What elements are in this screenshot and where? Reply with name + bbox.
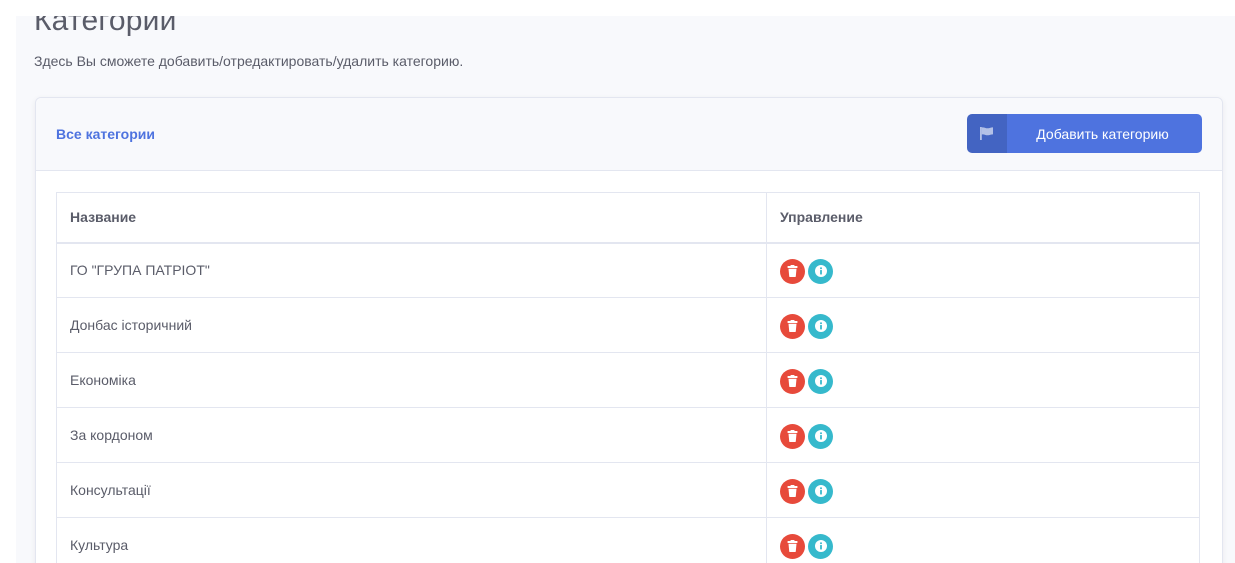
trash-icon: [787, 375, 798, 387]
info-button[interactable]: [808, 423, 833, 449]
category-name: Консультації: [56, 462, 767, 518]
trash-icon: [787, 320, 798, 332]
page-subtitle: Здесь Вы сможете добавить/отредактироват…: [34, 53, 464, 69]
page-title: Категории: [34, 16, 177, 37]
delete-button[interactable]: [780, 423, 805, 449]
info-button[interactable]: [808, 533, 833, 559]
table-row: ГО "ГРУПА ПАТРІОТ": [56, 242, 1200, 298]
trash-icon: [787, 485, 798, 497]
category-name: За кордоном: [56, 407, 767, 463]
add-category-button[interactable]: Добавить категорию: [967, 114, 1202, 153]
column-header-name: Название: [56, 192, 767, 244]
category-name: Економіка: [56, 352, 767, 408]
row-actions: [766, 407, 1200, 463]
row-actions: [766, 297, 1200, 353]
info-icon: [814, 540, 827, 552]
row-actions: [766, 462, 1200, 518]
table-row: Культура: [56, 517, 1200, 563]
card-title: Все категории: [56, 126, 155, 142]
delete-button[interactable]: [780, 313, 805, 339]
info-icon: [814, 375, 827, 387]
row-actions: [766, 517, 1200, 563]
info-icon: [814, 320, 827, 332]
info-icon: [814, 430, 827, 442]
delete-button[interactable]: [780, 478, 805, 504]
info-button[interactable]: [808, 368, 833, 394]
trash-icon: [787, 430, 798, 442]
flag-icon: [967, 114, 1007, 153]
category-name: Культура: [56, 517, 767, 563]
row-actions: [766, 352, 1200, 408]
table-row: Економіка: [56, 352, 1200, 408]
info-icon: [814, 485, 827, 497]
table-row: Донбас історичний: [56, 297, 1200, 353]
category-name: Донбас історичний: [56, 297, 767, 353]
categories-table: Название Управление ГО "ГРУПА ПАТРІОТ" Д…: [56, 192, 1200, 563]
table-header-row: Название Управление: [56, 192, 1200, 244]
categories-table-wrapper: Название Управление ГО "ГРУПА ПАТРІОТ" Д…: [56, 192, 1200, 563]
trash-icon: [787, 540, 798, 552]
add-category-label: Добавить категорию: [1036, 125, 1169, 142]
delete-button[interactable]: [780, 368, 805, 394]
categories-card: Все категории Добавить категорию Названи…: [35, 97, 1223, 563]
table-row: За кордоном: [56, 407, 1200, 463]
main-content: Категории Здесь Вы сможете добавить/отре…: [16, 16, 1235, 563]
info-icon: [814, 265, 827, 278]
delete-button[interactable]: [780, 533, 805, 559]
trash-icon: [787, 265, 798, 278]
info-button[interactable]: [808, 478, 833, 504]
row-actions: [766, 242, 1200, 298]
table-row: Консультації: [56, 462, 1200, 518]
delete-button[interactable]: [780, 258, 805, 284]
info-button[interactable]: [808, 313, 833, 339]
column-header-actions: Управление: [766, 192, 1200, 244]
category-name: ГО "ГРУПА ПАТРІОТ": [56, 242, 767, 298]
card-header: Все категории Добавить категорию: [36, 98, 1222, 171]
info-button[interactable]: [808, 258, 833, 284]
